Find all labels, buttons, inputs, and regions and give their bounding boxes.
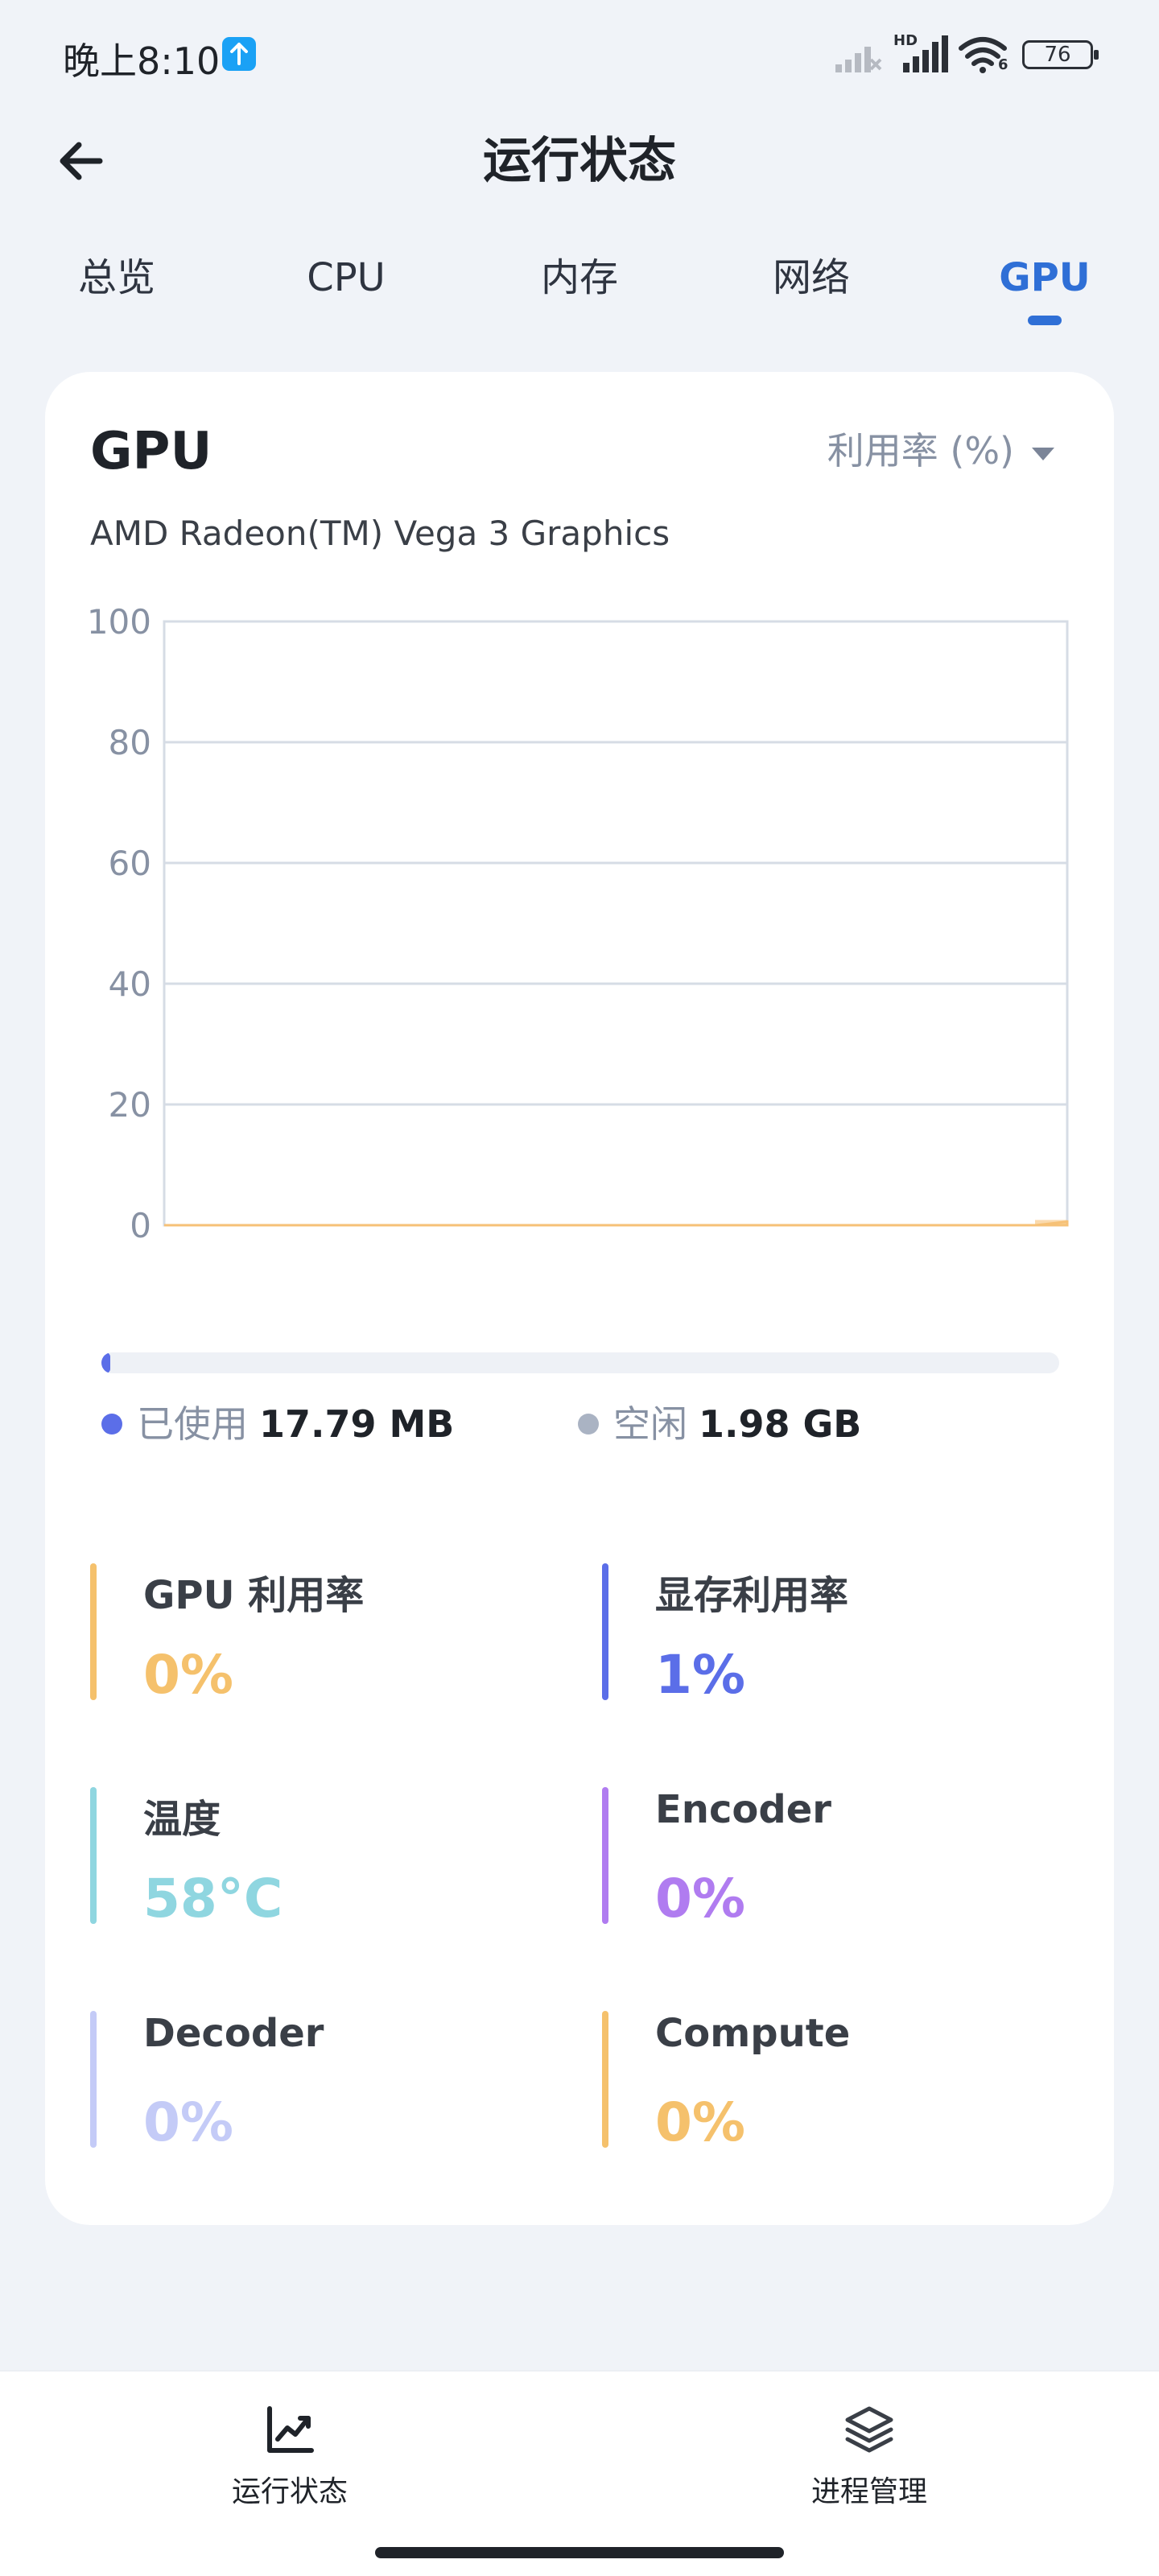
stat-accent-bar [602,1787,608,1924]
stat-label: GPU 利用率 [143,1573,365,1618]
stat-label: Encoder [655,1787,831,1832]
legend-used: 已使用 17.79 MB [101,1396,454,1452]
stat-accent-bar [90,2011,97,2148]
stat-label: Compute [655,2011,851,2056]
plot-frame [163,620,1069,1227]
layers-icon [845,2406,893,2453]
chart-line-icon [267,2406,314,2453]
nav-label: 运行状态 [231,2475,348,2508]
stat-label: Decoder [143,2011,324,2056]
nav-item-runtime-status[interactable]: 运行状态 [169,2404,410,2524]
stat-decoder: Decoder 0% [90,2011,541,2153]
status-bar: 晚上8:10 HD 6 76 [0,0,1159,113]
data-point [1035,1220,1067,1225]
y-tick-label: 40 [109,964,151,1004]
utilization-area [164,1220,1069,1227]
stat-accent-bar [602,2011,608,2148]
stat-label: 显存利用率 [655,1573,849,1618]
y-tick-label: 60 [109,844,151,883]
y-tick-label: 0 [130,1206,151,1245]
card-title: GPU [90,422,212,481]
page-title: 运行状态 [483,133,676,189]
free-label: 空闲 [613,1402,687,1446]
tab-overview[interactable]: 总览 [48,250,185,306]
stat-gpu-utilization: GPU 利用率 0% [90,1563,541,1706]
stat-compute: Compute 0% [602,2011,1053,2153]
bottom-navigation: 运行状态 进程管理 [0,2370,1159,2576]
stat-label: 温度 [143,1797,221,1842]
signal-weak-icon [835,47,882,72]
stat-value: 0% [143,1644,234,1706]
gpu-model-name: AMD Radeon(TM) Vega 3 Graphics [90,514,670,553]
y-tick-label: 20 [109,1085,151,1125]
stat-value: 0% [655,1868,746,1930]
back-button[interactable] [50,129,114,193]
status-time: 晚上8:10 [63,39,221,83]
stat-accent-bar [90,1787,97,1924]
nav-item-process-management[interactable]: 进程管理 [749,2404,990,2524]
upload-notification-icon [222,37,256,71]
wifi-6-label: 6 [998,56,1008,73]
tab-cpu[interactable]: CPU [278,250,415,306]
hd-label: HD [893,32,918,49]
memory-usage-bar [101,1352,1059,1373]
metric-select[interactable]: 利用率 (%) [827,427,1054,475]
metric-select-value: 利用率 (%) [827,429,1014,473]
tab-network[interactable]: 网络 [743,250,880,306]
stat-vram-utilization: 显存利用率 1% [602,1563,1053,1706]
tab-bar: 总览 CPU 内存 网络 GPU [0,242,1159,330]
stat-value: 58°C [143,1868,283,1930]
free-value: 1.98 GB [699,1402,862,1446]
stat-accent-bar [602,1563,608,1700]
stat-encoder: Encoder 0% [602,1787,1053,1930]
used-label: 已使用 [137,1402,248,1446]
memory-usage-fill [101,1352,110,1373]
arrow-left-icon [60,142,103,180]
stat-value: 0% [143,2091,234,2153]
gpu-utilization-chart: 100 80 60 40 20 0 [87,602,1069,1245]
used-value: 17.79 MB [259,1402,455,1446]
stat-value: 0% [655,2091,746,2153]
stat-temperature: 温度 58°C [90,1787,541,1930]
stat-value: 1% [655,1644,746,1706]
free-dot [578,1413,599,1435]
tab-gpu[interactable]: GPU [976,250,1113,306]
y-tick-label: 80 [109,723,151,762]
battery-indicator: 76 [1022,40,1099,69]
gpu-card: GPU 利用率 (%) AMD Radeon(TM) Vega 3 Graphi… [45,372,1114,2225]
used-dot [101,1413,122,1435]
stat-accent-bar [90,1563,97,1700]
home-indicator[interactable] [375,2547,784,2558]
tab-memory[interactable]: 内存 [511,250,648,306]
nav-label: 进程管理 [810,2475,927,2508]
caret-down-icon [1032,447,1054,460]
y-tick-label: 100 [87,602,151,642]
active-tab-indicator [1028,316,1062,325]
legend-free: 空闲 1.98 GB [578,1396,861,1452]
